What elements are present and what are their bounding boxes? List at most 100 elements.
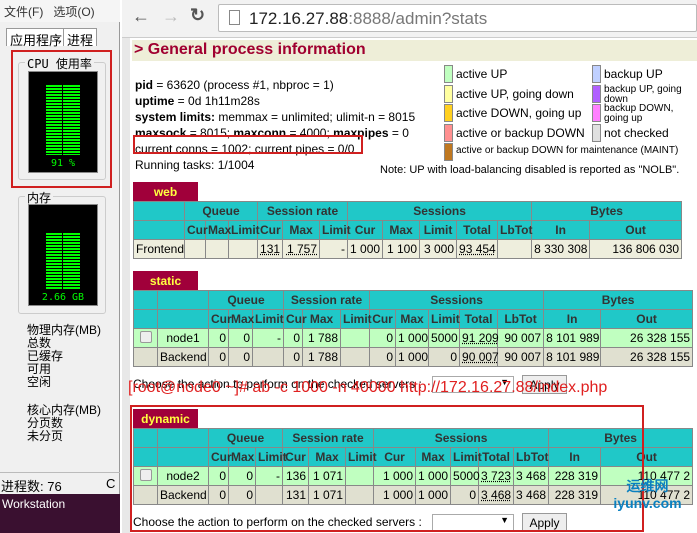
proxy-table-web: Queue Session rate Sessions Bytes Cur Max Limi… (133, 201, 683, 259)
kernel-item: 未分页 (27, 429, 64, 443)
legend-swatch (444, 143, 453, 161)
proxy-tab-static: static (133, 271, 198, 290)
cell: 1 788 (302, 347, 342, 367)
cell (227, 239, 259, 259)
header-group: Queue (207, 290, 285, 310)
kernel-memory: 核心内存(MB) 分页数 未分页 (27, 404, 101, 443)
header-blank (133, 309, 158, 329)
cell-value[interactable]: 91 209 (462, 331, 499, 345)
cell-value: 0 (243, 331, 250, 345)
cell-value: node1 (166, 331, 200, 345)
proxy-tab-web: web (133, 182, 198, 201)
reload-icon[interactable]: ↻ (190, 5, 205, 26)
cell-value: 1 100 (387, 242, 418, 256)
subheader-row: Cur Max Limit Cur Max Limit Cur Max Limit Total Lb… (133, 309, 694, 329)
cell: 0 (228, 328, 253, 348)
subheader-row: Cur Max Limit Cur Max Limit Cur Max Limit Total Lb… (133, 220, 683, 240)
cell-value[interactable]: 131 (260, 242, 280, 256)
cell (184, 239, 206, 259)
cell: 0 (283, 347, 304, 367)
back-icon[interactable]: ← (132, 6, 150, 27)
cell: 0 (428, 347, 461, 367)
cell-value: 90 007 (504, 350, 542, 364)
legend-label: backup UP (604, 67, 663, 81)
subheader: Max (228, 309, 254, 329)
info-limits: system limits: memmax = unlimited; ulimi… (135, 110, 416, 124)
cell: 0 (369, 328, 397, 348)
row-name: node1 (157, 328, 209, 348)
cell: 93 454 (456, 239, 499, 259)
cell-value: 8 101 989 (546, 331, 600, 345)
header-row: Queue Session rate Sessions Bytes (133, 290, 694, 310)
cell: 0 (369, 347, 397, 367)
cell: 1 757 (282, 239, 321, 259)
cell (251, 347, 285, 367)
cell: 26 328 155 (600, 347, 694, 367)
cell (497, 239, 533, 259)
status-cpu: C (106, 476, 116, 491)
cell-value: 1 000 (398, 350, 429, 364)
legend-label: backup UP, going down (604, 83, 682, 105)
status-bar: 进程数: 76 C (0, 472, 120, 494)
header-blank (157, 309, 209, 329)
memory-group: 内存 2.66 GB (18, 189, 106, 314)
scrollbar[interactable] (122, 38, 130, 533)
legend-swatch (592, 123, 601, 142)
tab-applications[interactable]: 应用程序 (6, 28, 67, 48)
menu-file[interactable]: 文件(F) (4, 5, 43, 19)
memory-meter: 2.66 GB (28, 204, 98, 306)
dynamic-highlight-box (130, 405, 644, 532)
cell-value: 0 (386, 350, 394, 364)
table-row: node1 0 0-0 1 788 0 1 000 5000 91 209 90 007 8 10… (133, 328, 694, 348)
subheader: Cur (208, 309, 232, 329)
cell-value: Backend (160, 350, 207, 364)
cell-value: 0 (293, 350, 301, 364)
cell (340, 328, 371, 348)
url-host: 172.16.27.88 (249, 9, 349, 28)
header-row: Queue Session rate Sessions Bytes (133, 201, 683, 221)
page-icon (229, 10, 240, 25)
legend-swatch (592, 104, 601, 122)
cell-value[interactable]: 90 007 (462, 350, 499, 364)
address-bar[interactable]: 172.16.27.88:8888/admin?stats (218, 4, 697, 32)
subheader: Max (205, 220, 231, 240)
cell-value[interactable]: 93 454 (459, 242, 496, 256)
header-group: Session rate (283, 290, 371, 310)
cell-value: 0 (219, 350, 226, 364)
cell-value: 0 (450, 350, 458, 364)
cell: 90 007 (459, 347, 499, 367)
header-group: Queue (183, 201, 259, 221)
subheader: Cur (347, 220, 384, 240)
command-overlay: [root@node0 ~]# ab -c 1000 -n 40000 http… (128, 379, 608, 396)
tab-processes[interactable]: 进程 (63, 28, 98, 48)
legend-swatch (444, 104, 453, 122)
menu-options[interactable]: 选项(O) (53, 5, 94, 19)
cell: 1 100 (382, 239, 421, 259)
header-group: Sessions (347, 201, 533, 221)
page-title: > General process information (132, 40, 697, 61)
cell-value: 1 788 (307, 350, 339, 364)
legend-swatch (444, 65, 453, 83)
conns-highlight (133, 135, 363, 154)
subheader: Limit (251, 309, 285, 329)
info-uptime: uptime = 0d 1h11m28s (135, 94, 260, 108)
cell-value[interactable]: 1 757 (287, 242, 317, 256)
cell-value: 136 806 030 (612, 242, 680, 256)
legend-label: active or backup DOWN for maintenance (M… (456, 145, 679, 156)
task-manager-window: 文件(F) 选项(O) 应用程序 进程 CPU 使用率 91 % 内存 2.66 … (0, 0, 120, 533)
cell: 0 (208, 347, 229, 367)
cell: 90 007 (497, 328, 545, 348)
cell: 91 209 (459, 328, 499, 348)
subheader: Total (459, 309, 499, 329)
header-group: Session rate (257, 201, 349, 221)
subheader: Cur (257, 220, 284, 240)
cell-value: 0 (219, 331, 226, 345)
forward-icon[interactable]: → (162, 6, 180, 27)
memory-value: 2.66 GB (41, 292, 85, 303)
cell-value: 0 (293, 331, 301, 345)
cell-value: 0 (243, 350, 250, 364)
cell-value: 26 328 155 (630, 350, 691, 364)
cell: 8 330 308 (531, 239, 591, 259)
header-group: Bytes (531, 201, 683, 221)
server-checkbox[interactable] (139, 330, 152, 343)
